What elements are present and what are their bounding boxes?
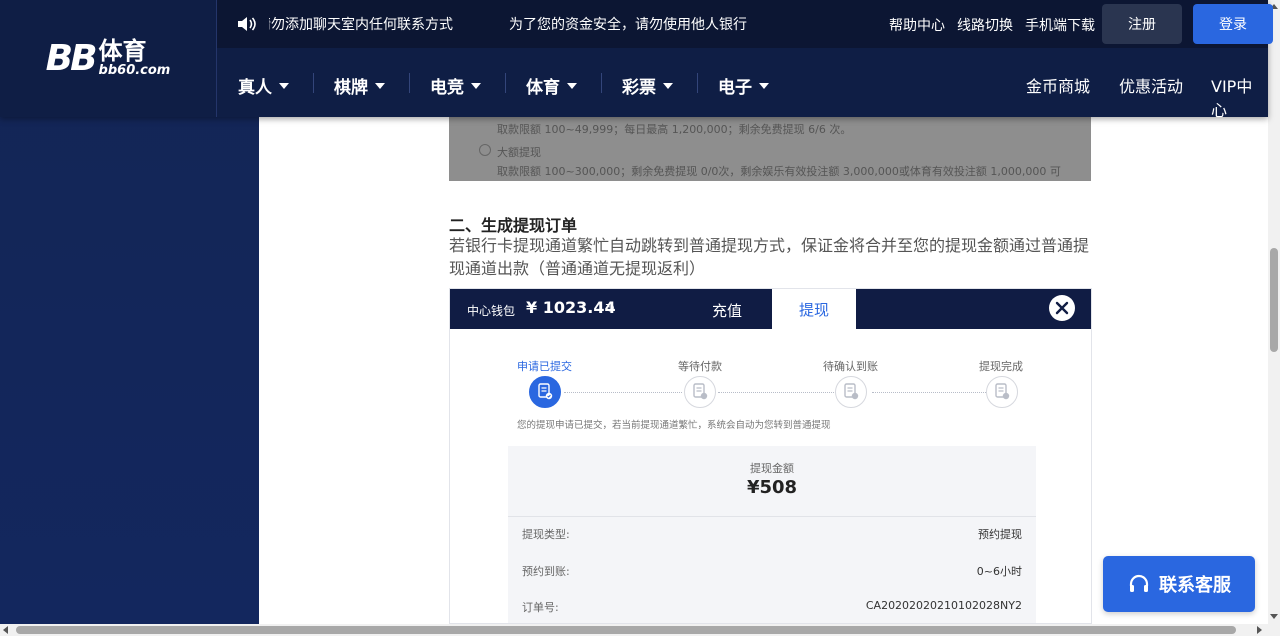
eta-label: 预约到账: (522, 565, 570, 578)
site-logo[interactable]: BB 体育 bb60.com (0, 0, 217, 117)
notice-text: 为了您的资金安全，请勿使用他人银行 (509, 17, 747, 33)
speaker-icon (238, 17, 256, 31)
nav-promotions[interactable]: 优惠活动 (1119, 73, 1183, 97)
withdraw-type-value: 预约提现 (978, 528, 1022, 541)
caret-down-icon (567, 82, 577, 89)
scroll-right-icon[interactable] (1257, 626, 1262, 634)
divider (508, 516, 1036, 517)
nav-divider (601, 73, 602, 93)
vertical-scroll-thumb[interactable] (1270, 248, 1278, 352)
previous-screenshot-excerpt: 取款限额 100~49,999；每日最高 1,200,000；剩余免费提现 6/… (449, 117, 1091, 181)
nav-item-lottery[interactable]: 彩票 (622, 73, 673, 98)
logo-cn: 体育 (98, 37, 147, 65)
document-done-icon (986, 376, 1018, 408)
logo-domain: bb60.com (98, 63, 171, 78)
site-header: BB 体育 bb60.com 请勿添加聊天室内任何联系方式 为了您的资金安全，请勿… (0, 0, 1273, 120)
nav-item-sports[interactable]: 体育 (526, 73, 577, 98)
tab-deposit[interactable]: 充值 (712, 300, 742, 321)
nav-vip-center[interactable]: VIP中心 (1211, 73, 1268, 121)
radio-icon (479, 144, 491, 156)
step-pending-confirm-label: 待确认到账 (823, 360, 878, 373)
main-nav: 真人 棋牌 电竞 体育 彩票 电子 金币商城 优惠活动 VIP中心 (217, 48, 1268, 120)
step-connector (718, 392, 836, 393)
caret-down-icon (759, 82, 769, 89)
mobile-download-link[interactable]: 手机端下载 (1025, 15, 1095, 35)
refresh-icon[interactable]: ↻ (605, 301, 615, 315)
nav-label: 电竞 (430, 78, 464, 98)
nav-label: 真人 (238, 78, 272, 98)
step-connector (564, 392, 682, 393)
notice-text: 请勿添加聊天室内任何联系方式 (269, 17, 453, 33)
nav-label: 电子 (718, 78, 752, 98)
nav-item-esports[interactable]: 电竞 (430, 73, 481, 98)
top-bar: 请勿添加聊天室内任何联系方式 为了您的资金安全，请勿使用他人银行 帮助中心 线路切… (217, 0, 1273, 48)
section-description: 若银行卡提现通道繁忙自动跳转到普通提现方式，保证金将合并至您的提现金额通过普通提… (449, 236, 1090, 278)
amount-value: ¥508 (746, 477, 798, 498)
wallet-label: 中心钱包 (467, 304, 516, 318)
customer-service-button[interactable]: 联系客服 (1103, 556, 1255, 612)
caret-down-icon (471, 82, 481, 89)
line-switch-link[interactable]: 线路切换 (957, 15, 1013, 35)
document-pending-icon (684, 376, 716, 408)
eta-value: 0~6小时 (976, 565, 1022, 578)
scroll-down-icon[interactable] (1270, 614, 1278, 619)
step-complete-label: 提现完成 (979, 360, 1023, 373)
amount-label: 提现金额 (750, 462, 794, 475)
horizontal-scrollbar[interactable] (0, 624, 1280, 636)
step-connector (872, 392, 986, 393)
login-button[interactable]: 登录 (1193, 4, 1273, 44)
caret-down-icon (279, 82, 289, 89)
headset-icon (1129, 574, 1149, 592)
limit-text-1: 取款限额 100~49,999；每日最高 1,200,000；剩余免费提现 6/… (497, 123, 852, 136)
withdraw-panel: 中心钱包 ¥ 1023.44 ↻ 充值 提现 申请已提交 等待付款 待确认到账 … (449, 288, 1092, 624)
large-withdraw-option: 大额提现 (497, 146, 541, 159)
nav-divider (505, 73, 506, 93)
order-number-label: 订单号: (522, 601, 559, 614)
help-center-link[interactable]: 帮助中心 (889, 15, 945, 35)
wallet-amount: ¥ 1023.44 (526, 298, 616, 317)
logo-letters: BB (45, 37, 98, 79)
nav-item-live[interactable]: 真人 (238, 73, 289, 98)
document-check-icon (529, 376, 561, 408)
tab-withdraw[interactable]: 提现 (772, 289, 856, 329)
caret-down-icon (663, 82, 673, 89)
step-awaiting-payment-label: 等待付款 (678, 360, 722, 373)
nav-divider (313, 73, 314, 93)
limit-text-2: 取款限额 100~300,000；剩余免费提现 0/0次，剩余娱乐有效投注额 3… (497, 165, 1061, 178)
panel-header: 中心钱包 ¥ 1023.44 ↻ 充值 提现 (450, 289, 1091, 329)
nav-divider (409, 73, 410, 93)
customer-service-label: 联系客服 (1159, 575, 1231, 596)
close-icon[interactable] (1049, 295, 1075, 321)
nav-item-cards[interactable]: 棋牌 (334, 73, 385, 98)
section-title: 二、生成提现订单 (449, 216, 578, 235)
nav-label: 彩票 (622, 78, 656, 98)
step-submitted-label: 申请已提交 (517, 360, 572, 373)
scroll-left-icon[interactable] (3, 626, 8, 634)
nav-label: 棋牌 (334, 78, 368, 98)
status-note: 您的提现申请已提交，若当前提现通道繁忙，系统会自动为您转到普通提现 (517, 420, 831, 431)
register-button[interactable]: 注册 (1102, 4, 1182, 44)
notice-marquee: 请勿添加聊天室内任何联系方式 为了您的资金安全，请勿使用他人银行 (269, 14, 749, 34)
top-links: 帮助中心 线路切换 手机端下载 (889, 15, 1095, 35)
nav-item-slots[interactable]: 电子 (718, 73, 769, 98)
vertical-scrollbar[interactable] (1268, 0, 1280, 624)
caret-down-icon (375, 82, 385, 89)
order-number-value: CA20202020210102028NY2 (865, 599, 1022, 612)
nav-divider (697, 73, 698, 93)
horizontal-scroll-thumb[interactable] (16, 626, 1236, 634)
withdraw-summary-card: 提现金额 ¥508 提现类型: 预约提现 预约到账: 0~6小时 订单号: CA… (508, 446, 1036, 623)
withdraw-type-label: 提现类型: (522, 528, 570, 541)
document-pending-icon (835, 376, 867, 408)
nav-gold-mall[interactable]: 金币商城 (1026, 73, 1090, 97)
nav-label: 体育 (526, 78, 560, 98)
